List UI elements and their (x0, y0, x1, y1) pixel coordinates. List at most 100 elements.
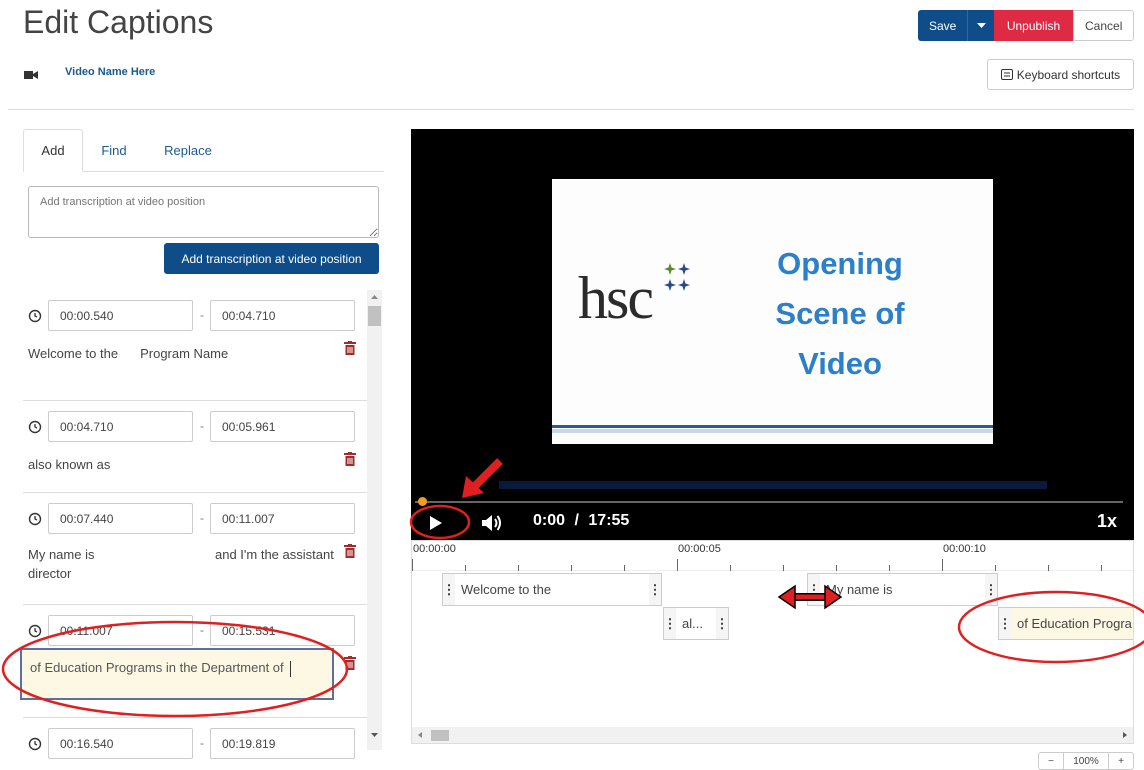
video-progress-handle[interactable] (418, 497, 427, 506)
ruler-tick (783, 565, 784, 571)
time-separator: - (200, 623, 204, 637)
ruler-tick (624, 565, 625, 571)
cue-text-editor[interactable]: of Education Programs in the Department … (20, 648, 334, 700)
cue-end-time[interactable]: 00:15.531 (210, 615, 355, 646)
timeline-segment[interactable]: ⋮ al... ⋮ (663, 607, 729, 640)
timeline-zoom-controls: − 100% + (1038, 752, 1134, 770)
playback-speed-button[interactable]: 1x (1097, 511, 1117, 532)
cue-start-time[interactable]: 00:04.710 (48, 411, 193, 442)
tab-add[interactable]: Add (23, 129, 83, 172)
ruler-tick (412, 559, 413, 571)
scroll-down-arrow-icon[interactable] (367, 728, 382, 742)
slide-title-line: Video (798, 346, 882, 381)
cue-start-time[interactable]: 00:11.007 (48, 615, 193, 646)
volume-icon[interactable] (481, 513, 503, 533)
cue-end-time[interactable]: 00:05.961 (210, 411, 355, 442)
segment-end-handle[interactable]: ⋮ (985, 574, 998, 605)
trash-icon[interactable] (344, 341, 356, 355)
scroll-up-arrow-icon[interactable] (367, 290, 382, 304)
caption-tabs: Add Find Replace (23, 129, 384, 172)
trash-icon[interactable] (344, 452, 356, 466)
caption-list-scrollbar[interactable] (367, 290, 382, 750)
cue-text[interactable]: also known as (28, 455, 110, 474)
scroll-left-arrow-icon[interactable] (415, 730, 425, 740)
play-icon[interactable] (429, 515, 443, 531)
segment-end-handle[interactable]: ⋮ (649, 574, 662, 605)
clock-icon (28, 309, 42, 323)
zoom-out-icon[interactable]: − (1039, 753, 1063, 769)
save-button[interactable]: Save (918, 10, 967, 41)
zoom-in-icon[interactable]: + (1109, 753, 1133, 769)
zoom-level: 100% (1063, 753, 1109, 769)
current-time: 0:00 (533, 512, 566, 529)
cue-start-time[interactable]: 00:16.540 (48, 728, 193, 759)
ruler-tick (465, 565, 466, 571)
cue-text[interactable]: Welcome to the Program Name (28, 344, 228, 363)
cue-text-line2: director (28, 566, 72, 581)
ruler-label: 00:00:10 (943, 543, 986, 555)
unpublish-button[interactable]: Unpublish (994, 10, 1073, 41)
video-name-link[interactable]: Video Name Here (65, 66, 155, 78)
time-separator: - (200, 511, 204, 525)
ruler-tick (571, 565, 572, 571)
timeline-segment-active[interactable]: ⋮ of Education Progra (998, 607, 1133, 640)
slide-footer-bar (552, 429, 993, 433)
caption-timeline[interactable]: 00:00:00 00:00:05 00:00:10 ⋮ Welcome to … (411, 540, 1134, 744)
cue-end-time[interactable]: 00:11.007 (210, 503, 355, 534)
video-time-display: 0:00 / 17:55 (533, 512, 629, 530)
segment-label: al... (682, 616, 703, 631)
cue-start-time[interactable]: 00:00.540 (48, 300, 193, 331)
segment-end-handle[interactable]: ⋮ (716, 608, 729, 639)
duration: 17:55 (588, 512, 630, 529)
add-transcription-input[interactable] (28, 186, 379, 238)
ruler-label: 00:00:00 (413, 543, 456, 555)
save-button-group: Save Unpublish Cancel (918, 10, 1134, 41)
timeline-ruler: 00:00:00 00:00:05 00:00:10 (412, 541, 1133, 571)
clock-icon (28, 737, 42, 751)
cancel-button[interactable]: Cancel (1073, 10, 1134, 41)
video-controls: 0:00 / 17:55 1x (411, 507, 1134, 540)
timeline-scrollbar[interactable] (412, 727, 1133, 743)
cue-start-time[interactable]: 00:07.440 (48, 503, 193, 534)
slide-title: Opening Scene of Video (760, 239, 920, 389)
cue-text-main: My name is (28, 547, 95, 562)
cue-text[interactable]: My name is and I'm the assistant director (28, 545, 338, 583)
tab-replace[interactable]: Replace (151, 129, 225, 172)
scroll-right-arrow-icon[interactable] (1120, 730, 1130, 740)
ruler-label: 00:00:05 (678, 543, 721, 555)
timeline-segment[interactable]: ⋮ My name is ⋮ (807, 573, 998, 606)
caption-cue: 00:00.540 - 00:04.710 Welcome to the Prog… (23, 290, 367, 401)
text-caret (289, 660, 291, 677)
keyboard-shortcuts-button[interactable]: Keyboard shortcuts (987, 59, 1134, 90)
cue-end-time[interactable]: 00:19.819 (210, 728, 355, 759)
video-player[interactable]: hsc Opening Scene of Video 0:00 / 17:55 … (411, 129, 1134, 540)
timeline-scroll-thumb[interactable] (431, 730, 449, 741)
caption-cue: 00:04.710 - 00:05.961 also known as (23, 401, 367, 493)
time-separator: - (200, 419, 204, 433)
slide-footer-bar (552, 425, 993, 428)
save-options-button[interactable] (967, 10, 994, 41)
cue-end-time[interactable]: 00:04.710 (210, 300, 355, 331)
ruler-tick (942, 559, 943, 571)
page-title: Edit Captions (23, 4, 214, 40)
caption-list-scroll-thumb[interactable] (368, 306, 381, 326)
slide-title-line: Opening (777, 246, 903, 281)
caption-cue: 00:16.540 - 00:19.819 (23, 718, 367, 763)
trash-icon[interactable] (344, 656, 356, 670)
trash-icon[interactable] (344, 544, 356, 558)
ruler-tick (1048, 565, 1049, 571)
cue-text-main: Welcome to the (28, 346, 119, 361)
tab-find[interactable]: Find (87, 129, 141, 172)
segment-start-handle[interactable]: ⋮ (664, 608, 677, 639)
time-separator: - (200, 308, 204, 322)
clock-icon (28, 624, 42, 638)
cue-text-extra: and I'm the assistant (215, 547, 334, 562)
timeline-segment[interactable]: ⋮ Welcome to the ⋮ (442, 573, 662, 606)
ruler-tick (677, 559, 678, 571)
video-progress-bar[interactable] (415, 501, 1123, 503)
add-transcription-button[interactable]: Add transcription at video position (164, 243, 379, 274)
caret-down-icon (976, 23, 986, 28)
segment-start-handle[interactable]: ⋮ (443, 574, 456, 605)
segment-start-handle[interactable]: ⋮ (808, 574, 821, 605)
segment-start-handle[interactable]: ⋮ (999, 608, 1012, 639)
